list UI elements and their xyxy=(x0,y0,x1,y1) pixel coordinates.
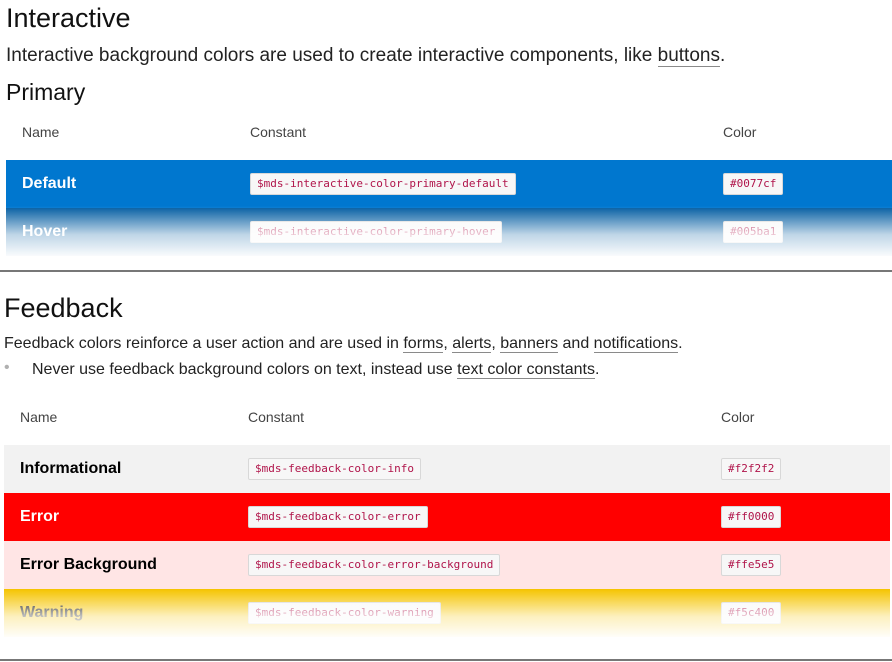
column-header-color: Color xyxy=(721,409,755,425)
table-row: Error Background $mds-feedback-color-err… xyxy=(4,541,890,589)
separator: and xyxy=(558,335,594,352)
color-code: #ffe5e5 xyxy=(721,554,782,576)
color-code: #f2f2f2 xyxy=(721,458,782,480)
color-code: #0077cf xyxy=(723,173,784,195)
section-divider xyxy=(0,270,892,272)
banners-link[interactable]: banners xyxy=(500,335,559,353)
table-row: Informational $mds-feedback-color-info #… xyxy=(4,445,890,493)
row-name: Informational xyxy=(20,460,122,477)
constant-code: $mds-interactive-color-primary-default xyxy=(250,173,516,195)
column-header-color: Color xyxy=(723,124,757,140)
feedback-intro: Feedback colors reinforce a user action … xyxy=(4,335,683,353)
column-header-constant: Constant xyxy=(250,124,307,140)
buttons-link[interactable]: buttons xyxy=(657,45,720,67)
table-row: Warning $mds-feedback-color-warning #f5c… xyxy=(4,589,890,637)
feedback-intro-text: Feedback colors reinforce a user action … xyxy=(4,335,404,352)
constant-code: $mds-interactive-color-primary-hover xyxy=(250,221,503,243)
table-row: Hover $mds-interactive-color-primary-hov… xyxy=(6,208,892,256)
row-name: Hover xyxy=(22,223,68,240)
row-name: Error xyxy=(20,508,60,525)
constant-code: $mds-feedback-color-error xyxy=(248,506,428,528)
text-color-constants-link[interactable]: text color constants xyxy=(457,361,595,379)
bullet-text: Never use feedback background colors on … xyxy=(32,361,458,378)
row-name: Error Background xyxy=(20,556,157,573)
table-row: Error $mds-feedback-color-error #ff0000 xyxy=(4,493,890,541)
bullet-text-wrap: Never use feedback background colors on … xyxy=(32,361,599,379)
column-header-constant: Constant xyxy=(248,409,305,425)
constant-code: $mds-feedback-color-error-background xyxy=(248,554,501,576)
section-divider xyxy=(0,659,892,661)
color-code: #f5c400 xyxy=(721,602,782,624)
column-header-name: Name xyxy=(20,409,58,425)
constant-code: $mds-feedback-color-info xyxy=(248,458,421,480)
interactive-intro: Interactive background colors are used t… xyxy=(6,45,725,67)
notifications-link[interactable]: notifications xyxy=(593,335,679,353)
section-title-feedback: Feedback xyxy=(4,293,123,323)
constant-code: $mds-feedback-color-warning xyxy=(248,602,441,624)
separator: , xyxy=(443,335,453,352)
table-row: Default $mds-interactive-color-primary-d… xyxy=(6,160,892,208)
alerts-link[interactable]: alerts xyxy=(452,335,492,353)
row-name: Default xyxy=(22,175,77,192)
color-code: #ff0000 xyxy=(721,506,782,528)
forms-link[interactable]: forms xyxy=(403,335,444,353)
subsection-title-primary: Primary xyxy=(6,79,86,105)
feedback-intro-end: . xyxy=(678,335,683,352)
column-header-name: Name xyxy=(22,124,60,140)
bullet-icon: • xyxy=(4,359,10,376)
row-name: Warning xyxy=(20,604,84,621)
bullet-end: . xyxy=(594,361,600,378)
interactive-intro-end: . xyxy=(719,45,726,66)
section-title-interactive: Interactive xyxy=(6,3,131,33)
interactive-intro-text: Interactive background colors are used t… xyxy=(6,45,658,66)
separator: , xyxy=(491,335,501,352)
color-code: #005ba1 xyxy=(723,221,784,243)
